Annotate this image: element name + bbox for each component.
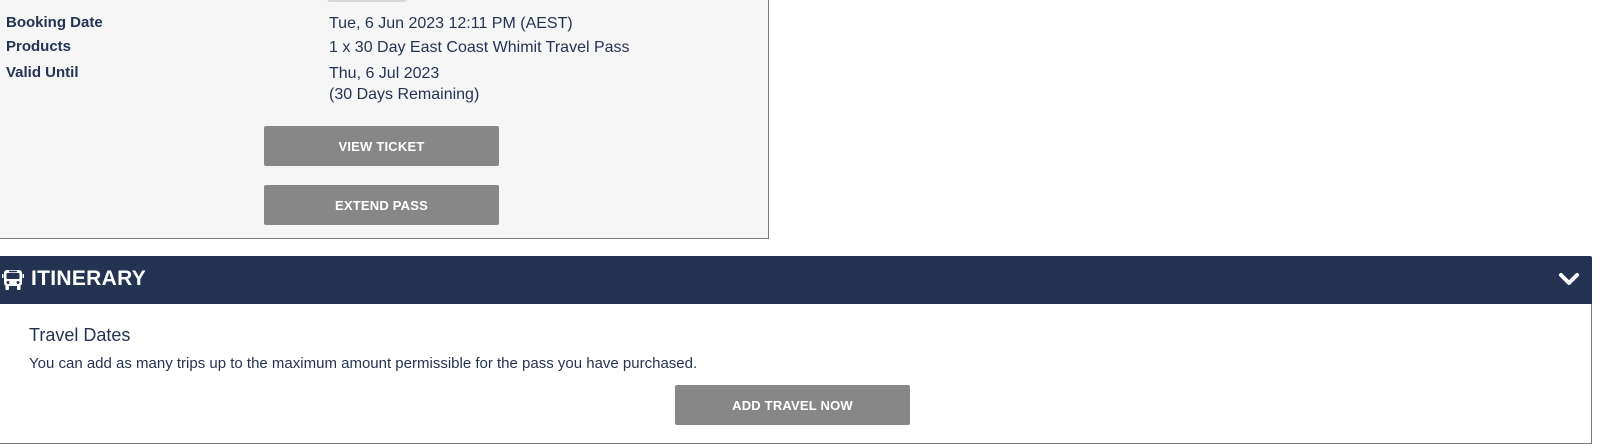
itinerary-body: Travel Dates You can add as many trips u… (0, 304, 1592, 444)
products-value: 1 x 30 Day East Coast Whimit Travel Pass (329, 39, 630, 56)
travel-dates-description: You can add as many trips up to the maxi… (29, 355, 698, 372)
bus-icon (2, 270, 24, 290)
itinerary-header[interactable]: ITINERARY (0, 256, 1592, 304)
chevron-down-icon[interactable] (1558, 271, 1580, 289)
booking-date-label: Booking Date (6, 14, 103, 31)
travel-dates-title: Travel Dates (29, 325, 131, 345)
valid-until-label: Valid Until (6, 64, 79, 81)
products-label: Products (6, 38, 72, 55)
extend-pass-button[interactable]: EXTEND PASS (264, 185, 499, 225)
days-remaining-value: (30 Days Remaining) (329, 86, 480, 103)
add-travel-now-button[interactable]: ADD TRAVEL NOW (675, 385, 910, 425)
booking-date-value: Tue, 6 Jun 2023 12:11 PM (AEST) (329, 15, 573, 32)
top-button-stub[interactable] (327, 0, 407, 2)
itinerary-title: ITINERARY (31, 267, 147, 290)
booking-details-panel: Booking Date Tue, 6 Jun 2023 12:11 PM (A… (0, 0, 769, 239)
valid-until-value: Thu, 6 Jul 2023 (329, 65, 440, 82)
view-ticket-button[interactable]: VIEW TICKET (264, 126, 499, 166)
